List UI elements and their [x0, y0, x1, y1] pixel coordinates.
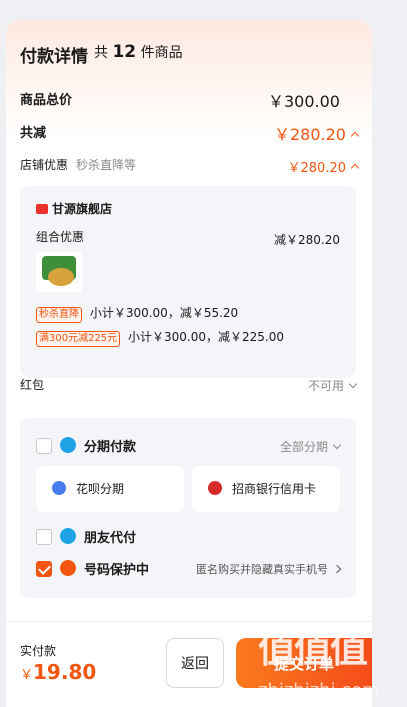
count-number: 12 — [112, 42, 137, 62]
red-packet-value: 不可用 — [307, 379, 344, 393]
friend-pay-checkbox[interactable] — [36, 529, 52, 545]
shield-icon — [60, 560, 76, 576]
privacy-desc: 匿名购买并隐藏真实手机号 — [196, 563, 328, 576]
installment-checkbox[interactable] — [36, 438, 52, 454]
huabei-icon — [52, 481, 66, 495]
privacy-detail-link[interactable]: 匿名购买并隐藏真实手机号 — [196, 561, 342, 577]
back-button[interactable]: 返回 — [166, 638, 224, 688]
store-discount-card: 甘源旗舰店 组合优惠 减￥280.20 秒杀直降 小计￥300.00，减￥55.… — [20, 186, 356, 378]
discount-value: ￥280.20 — [274, 125, 346, 144]
store-name: 甘源旗舰店 — [52, 202, 113, 216]
item-count: 共 12 件商品 — [94, 42, 183, 62]
currency-symbol: ￥ — [20, 668, 34, 683]
promo-row: 秒杀直降 小计￥300.00，减￥55.20 — [36, 304, 238, 323]
total-label: 商品总价 — [20, 93, 73, 108]
option-label: 招商银行信用卡 — [232, 482, 317, 496]
bank-icon — [208, 481, 222, 495]
payment-methods-card: 分期付款 全部分期 花呗分期 招商银行信用卡 朋友代付 号码保护中 匿名购买并隐… — [20, 418, 356, 598]
promo-row: 满300元减225元 小计￥300.00，减￥225.00 — [36, 328, 284, 347]
actual-payment-value: 19.80 — [33, 660, 97, 684]
count-suffix: 件商品 — [140, 45, 183, 61]
store-discount-toggle[interactable]: ￥280.20 — [287, 157, 360, 176]
store-discount-label: 店铺优惠 — [20, 158, 69, 172]
promo-tag: 满300元减225元 — [36, 331, 121, 347]
option-label: 花呗分期 — [76, 482, 125, 496]
count-prefix: 共 — [94, 45, 108, 61]
installment-icon — [60, 437, 76, 453]
page-title: 付款详情 — [20, 47, 88, 67]
installment-select[interactable]: 全部分期 — [279, 438, 342, 455]
privacy-checkbox[interactable] — [36, 561, 52, 577]
discount-toggle[interactable]: ￥280.20 — [274, 121, 360, 145]
promo-text: 小计￥300.00，减￥225.00 — [128, 330, 284, 344]
store-discount-desc: 秒杀直降等 — [76, 158, 137, 172]
chevron-down-icon — [332, 440, 342, 450]
friend-pay-icon — [60, 528, 76, 544]
installment-label: 分期付款 — [84, 440, 137, 455]
watermark-logo: 值值值 — [258, 627, 368, 671]
chevron-up-icon — [350, 163, 360, 173]
cmb-credit-card-option[interactable]: 招商银行信用卡 — [192, 466, 340, 512]
discount-label: 共减 — [20, 126, 47, 141]
total-value: ￥300.00 — [268, 92, 340, 111]
combo-value: 减￥280.20 — [274, 233, 340, 247]
chevron-down-icon — [348, 379, 358, 389]
red-packet-label: 红包 — [20, 378, 45, 392]
chevron-up-icon — [350, 131, 360, 141]
huabei-installment-option[interactable]: 花呗分期 — [36, 466, 184, 512]
promo-text: 小计￥300.00，减￥55.20 — [89, 306, 239, 320]
product-thumbnail[interactable] — [36, 252, 82, 292]
friend-pay-label: 朋友代付 — [84, 531, 137, 546]
actual-payment-label: 实付款 — [20, 644, 57, 658]
watermark-site: zhizhizhi.com — [258, 680, 380, 701]
installment-action: 全部分期 — [279, 440, 328, 454]
red-packet-select[interactable]: 不可用 — [307, 377, 358, 394]
privacy-label: 号码保护中 — [84, 563, 150, 578]
store-discount-value: ￥280.20 — [287, 161, 347, 176]
actual-payment-amount: ￥19.80 — [20, 660, 96, 684]
payment-details-panel: 付款详情 共 12 件商品 商品总价 ￥300.00 共减 ￥280.20 店铺… — [6, 20, 372, 707]
combo-label: 组合优惠 — [36, 230, 85, 244]
store-icon — [36, 204, 48, 214]
promo-tag: 秒杀直降 — [36, 307, 82, 323]
chevron-right-icon — [332, 564, 342, 574]
